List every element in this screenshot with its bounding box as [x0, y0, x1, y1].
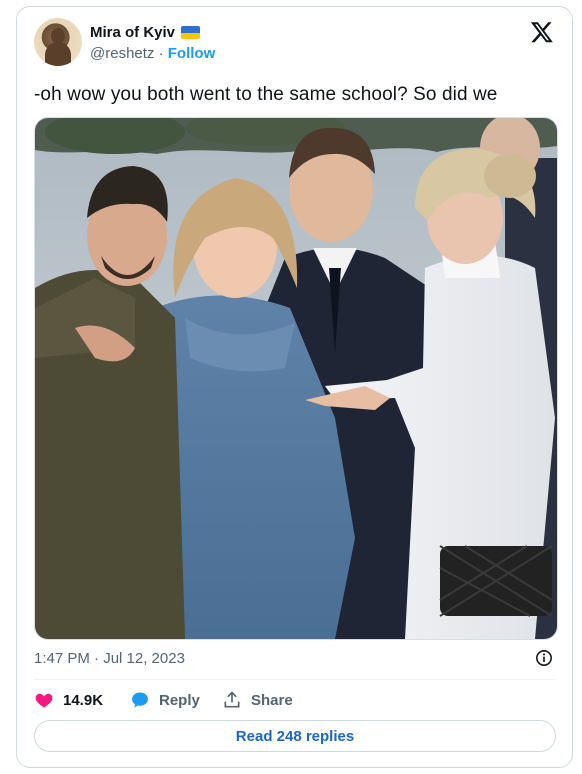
reply-label: Reply: [159, 691, 200, 709]
reply-button[interactable]: Reply: [130, 690, 222, 710]
heart-icon: [35, 693, 53, 708]
separator-dot: ·: [158, 45, 164, 62]
reply-bubble-icon: [132, 692, 148, 708]
tweet-timestamp[interactable]: 1:47 PM · Jul 12, 2023: [34, 650, 185, 667]
share-icon: [224, 691, 240, 708]
share-button[interactable]: Share: [222, 690, 293, 710]
action-bar: 14.9K Reply Share: [34, 690, 293, 710]
read-replies-button[interactable]: Read 248 replies: [34, 720, 556, 752]
author-display-name[interactable]: Mira of Kyiv: [90, 24, 175, 41]
avatar[interactable]: [34, 18, 82, 66]
author-handle[interactable]: @reshetz: [90, 45, 154, 62]
divider: [34, 679, 556, 680]
like-count: 14.9K: [63, 691, 104, 709]
like-button[interactable]: 14.9K: [34, 690, 130, 710]
ukraine-flag-icon: [181, 26, 201, 39]
author-name-row: Mira of Kyiv: [90, 24, 201, 41]
info-icon[interactable]: [535, 649, 553, 667]
tweet-text: -oh wow you both went to the same school…: [34, 84, 498, 105]
author-handle-row: @reshetz · Follow: [90, 45, 215, 62]
photo-illustration: [35, 118, 557, 639]
follow-button[interactable]: Follow: [168, 45, 216, 62]
share-label: Share: [251, 691, 293, 709]
x-logo-icon[interactable]: [530, 20, 554, 44]
tweet-photo[interactable]: [34, 117, 558, 640]
